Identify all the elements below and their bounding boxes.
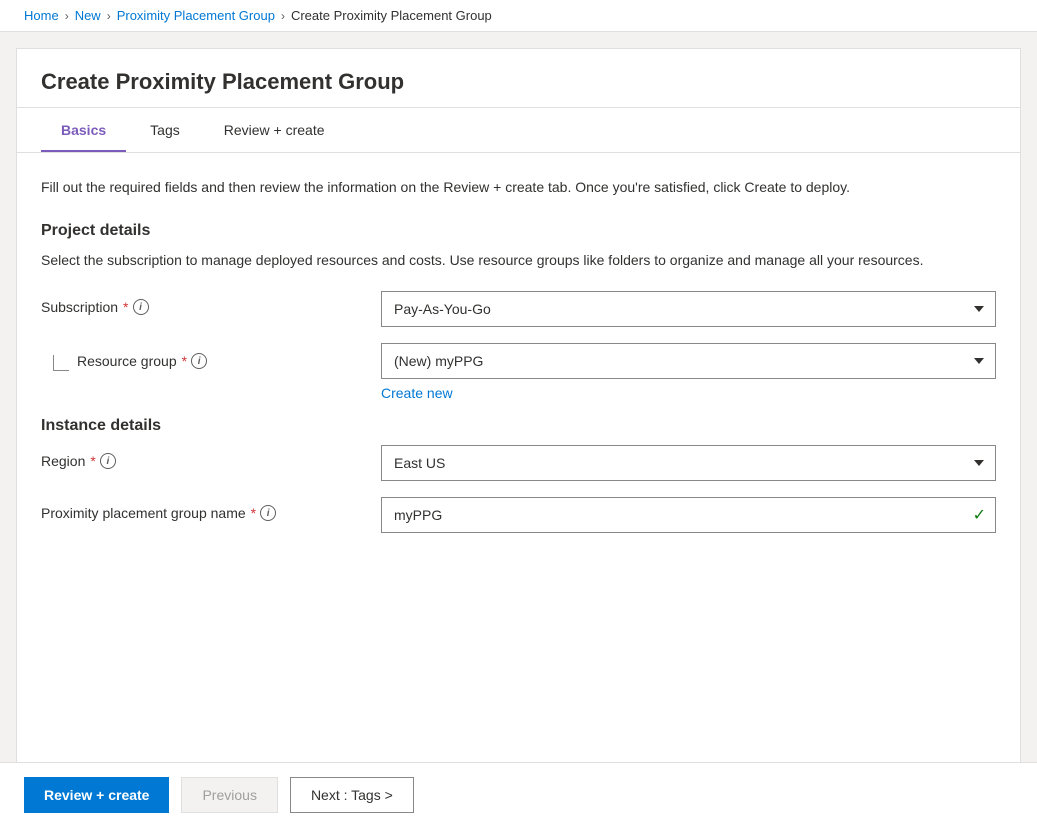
- indent-corner: [53, 355, 69, 371]
- content-area: Fill out the required fields and then re…: [17, 153, 1020, 778]
- footer-bar: Review + create Previous Next : Tags >: [0, 762, 1037, 827]
- instance-details-section: Instance details Region * i East US: [41, 417, 996, 533]
- subscription-label: Subscription * i: [41, 291, 381, 315]
- previous-button: Previous: [181, 777, 277, 813]
- create-new-link[interactable]: Create new: [381, 385, 453, 401]
- tab-tags[interactable]: Tags: [130, 108, 200, 152]
- indent-lines: [53, 351, 69, 371]
- tab-review-create[interactable]: Review + create: [204, 108, 345, 152]
- ppg-name-label: Proximity placement group name * i: [41, 497, 381, 521]
- region-label-text: Region: [41, 453, 85, 469]
- resource-group-select[interactable]: (New) myPPG: [381, 343, 996, 379]
- subscription-select-wrapper: Pay-As-You-Go: [381, 291, 996, 327]
- breadcrumb: Home › New › Proximity Placement Group ›…: [0, 0, 1037, 32]
- subscription-label-text: Subscription: [41, 299, 118, 315]
- ppg-name-input[interactable]: [381, 497, 996, 533]
- resource-group-required: *: [182, 353, 187, 369]
- subscription-info-icon[interactable]: i: [133, 299, 149, 315]
- ppg-name-label-text: Proximity placement group name: [41, 505, 246, 521]
- tab-basics[interactable]: Basics: [41, 108, 126, 152]
- intro-text: Fill out the required fields and then re…: [41, 177, 996, 198]
- subscription-control: Pay-As-You-Go: [381, 291, 996, 327]
- next-button[interactable]: Next : Tags >: [290, 777, 414, 813]
- resource-group-row: Resource group * i (New) myPPG Create ne…: [41, 343, 996, 401]
- page-header: Create Proximity Placement Group: [17, 49, 1020, 108]
- region-info-icon[interactable]: i: [100, 453, 116, 469]
- breadcrumb-sep-3: ›: [281, 9, 285, 23]
- ppg-name-required: *: [251, 505, 256, 521]
- ppg-name-control: ✓: [381, 497, 996, 533]
- main-card: Create Proximity Placement Group Basics …: [16, 48, 1021, 779]
- ppg-name-check-icon: ✓: [973, 505, 986, 525]
- breadcrumb-new[interactable]: New: [75, 8, 101, 23]
- project-details-title: Project details: [41, 222, 996, 240]
- breadcrumb-sep-2: ›: [107, 9, 111, 23]
- page-wrapper: Home › New › Proximity Placement Group ›…: [0, 0, 1037, 827]
- review-create-button[interactable]: Review + create: [24, 777, 169, 813]
- resource-group-select-wrapper: (New) myPPG: [381, 343, 996, 379]
- region-control: East US: [381, 445, 996, 481]
- region-required: *: [90, 453, 95, 469]
- page-title: Create Proximity Placement Group: [41, 69, 996, 95]
- tabs-bar: Basics Tags Review + create: [17, 108, 1020, 153]
- region-row: Region * i East US: [41, 445, 996, 481]
- subscription-select[interactable]: Pay-As-You-Go: [381, 291, 996, 327]
- region-label: Region * i: [41, 445, 381, 469]
- region-select-wrapper: East US: [381, 445, 996, 481]
- subscription-row: Subscription * i Pay-As-You-Go: [41, 291, 996, 327]
- breadcrumb-current: Create Proximity Placement Group: [291, 8, 492, 23]
- resource-group-info-icon[interactable]: i: [191, 353, 207, 369]
- breadcrumb-sep-1: ›: [65, 9, 69, 23]
- resource-group-control: (New) myPPG Create new: [381, 343, 996, 401]
- instance-details-title: Instance details: [41, 417, 996, 435]
- ppg-name-input-wrapper: ✓: [381, 497, 996, 533]
- region-select[interactable]: East US: [381, 445, 996, 481]
- resource-group-label-container: Resource group * i: [41, 343, 381, 371]
- project-details-desc: Select the subscription to manage deploy…: [41, 250, 996, 271]
- breadcrumb-ppg[interactable]: Proximity Placement Group: [117, 8, 275, 23]
- subscription-required: *: [123, 299, 128, 315]
- ppg-name-info-icon[interactable]: i: [260, 505, 276, 521]
- breadcrumb-home[interactable]: Home: [24, 8, 59, 23]
- ppg-name-row: Proximity placement group name * i ✓: [41, 497, 996, 533]
- project-details-section: Project details Select the subscription …: [41, 222, 996, 401]
- resource-group-label-text: Resource group: [77, 353, 177, 369]
